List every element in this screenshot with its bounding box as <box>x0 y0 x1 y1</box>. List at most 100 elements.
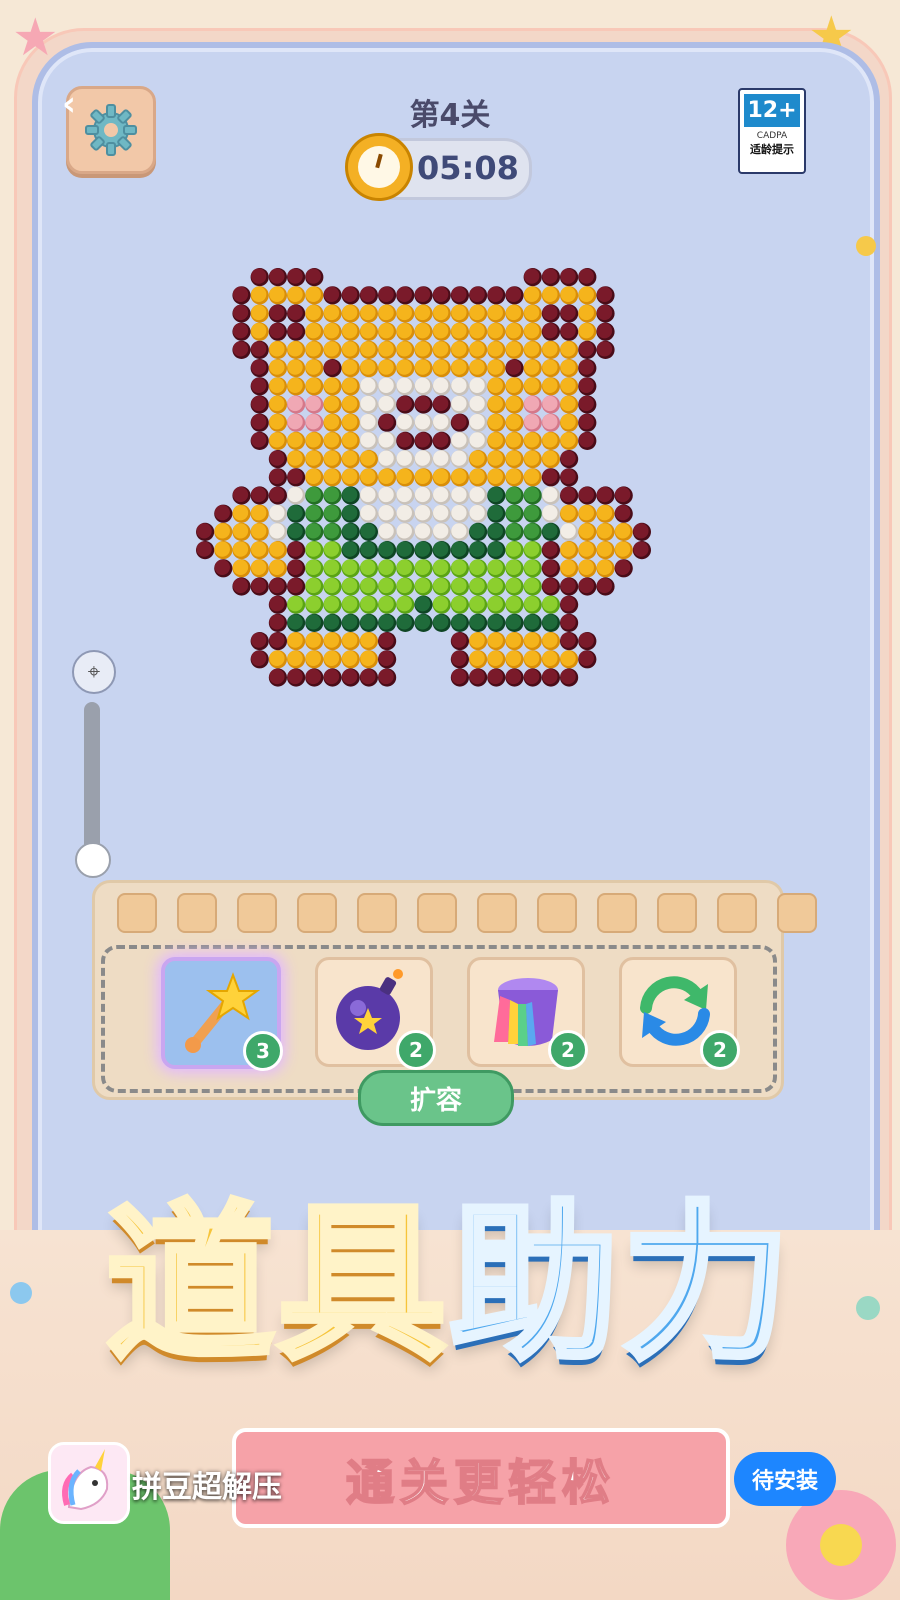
bead-face <box>305 486 321 503</box>
bead-face <box>251 395 267 412</box>
magic-wand-tool[interactable]: 3 <box>161 957 283 1071</box>
bead-face <box>287 395 303 412</box>
bead-face <box>360 614 376 630</box>
bead-face <box>378 505 394 521</box>
bead-face <box>615 541 631 557</box>
bead-face <box>615 486 631 503</box>
bead-face <box>578 650 594 666</box>
crosshair-icon[interactable]: ⌖ <box>72 650 116 694</box>
bead-face <box>251 650 267 666</box>
bead-face <box>342 286 358 302</box>
bead-face <box>323 414 340 430</box>
bead-face <box>360 632 376 648</box>
bead-face <box>596 577 613 594</box>
bead-face <box>251 359 267 375</box>
bead-face <box>487 377 503 393</box>
bead-face <box>433 414 449 430</box>
bead-face <box>542 523 558 539</box>
bead-face <box>578 341 594 357</box>
bead-face <box>615 523 631 539</box>
bead-face <box>305 505 321 521</box>
bead-face <box>487 577 503 594</box>
bead-face <box>433 577 449 594</box>
zoom-slider[interactable]: ⌖ <box>72 650 116 880</box>
bead-face <box>487 486 503 503</box>
bead-face <box>560 359 576 375</box>
bead-face <box>505 523 522 539</box>
bead-face <box>251 377 267 393</box>
bead-face <box>451 450 467 466</box>
bead-face <box>469 395 485 412</box>
bead-face <box>560 468 576 484</box>
bead-face <box>524 395 540 412</box>
bead-face <box>396 541 412 557</box>
bead-face <box>451 614 467 630</box>
bead-face <box>469 523 485 539</box>
bead-face <box>578 286 594 302</box>
bead-face <box>505 432 522 448</box>
bead-face <box>451 377 467 393</box>
bead-face <box>305 414 321 430</box>
bead-board[interactable] <box>0 0 900 900</box>
bead-face <box>487 341 503 357</box>
bead-face <box>469 304 485 321</box>
bead-face <box>524 505 540 521</box>
bead-face <box>560 395 576 412</box>
bead-face <box>414 614 431 630</box>
app-icon[interactable] <box>48 1442 130 1524</box>
bead-face <box>378 414 394 430</box>
bead-face <box>414 468 431 484</box>
bead-face <box>560 377 576 393</box>
bead-face <box>414 523 431 539</box>
bead-face <box>360 505 376 521</box>
bead-face <box>323 486 340 503</box>
bead-face <box>433 395 449 412</box>
bead-face <box>469 596 485 612</box>
bead-face <box>524 286 540 302</box>
bead-face <box>342 486 358 503</box>
paint-bucket-tool[interactable]: 2 <box>467 957 588 1070</box>
bead-face <box>487 614 503 630</box>
bead-face <box>542 377 558 393</box>
bead-face <box>469 432 485 448</box>
bead-face <box>342 523 358 539</box>
refresh-tool[interactable]: 2 <box>619 957 740 1070</box>
bead-face <box>269 304 285 321</box>
zoom-track[interactable] <box>84 702 100 862</box>
bead-face <box>487 505 503 521</box>
bead-face <box>342 323 358 339</box>
bead-face <box>414 559 431 575</box>
bead-face <box>342 577 358 594</box>
bead-face <box>396 468 412 484</box>
bead-face <box>396 450 412 466</box>
bead-face <box>469 323 485 339</box>
bead-face <box>323 668 340 685</box>
bead-face <box>342 304 358 321</box>
expand-capacity-button[interactable]: 扩容 <box>358 1070 514 1126</box>
bead-face <box>269 541 285 557</box>
install-button[interactable]: 待安装 <box>734 1452 836 1506</box>
bead-face <box>251 304 267 321</box>
empty-slot <box>357 893 397 933</box>
bead-face <box>578 432 594 448</box>
bead-face <box>360 468 376 484</box>
bead-face <box>414 486 431 503</box>
bead-face <box>342 414 358 430</box>
bomb-tool[interactable]: 2 <box>315 957 436 1070</box>
bead-face <box>360 286 376 302</box>
bead-face <box>196 541 212 557</box>
bead-face <box>596 559 613 575</box>
bead-face <box>342 614 358 630</box>
zoom-knob[interactable] <box>75 842 111 878</box>
bead-face <box>342 468 358 484</box>
bead-face <box>505 632 522 648</box>
bead-face <box>469 614 485 630</box>
bead-face <box>560 486 576 503</box>
bead-face <box>505 596 522 612</box>
bead-face <box>360 414 376 430</box>
bead-face <box>524 377 540 393</box>
bead-face <box>524 614 540 630</box>
bead-face <box>342 650 358 666</box>
bead-face <box>469 650 485 666</box>
bead-face <box>305 323 321 339</box>
